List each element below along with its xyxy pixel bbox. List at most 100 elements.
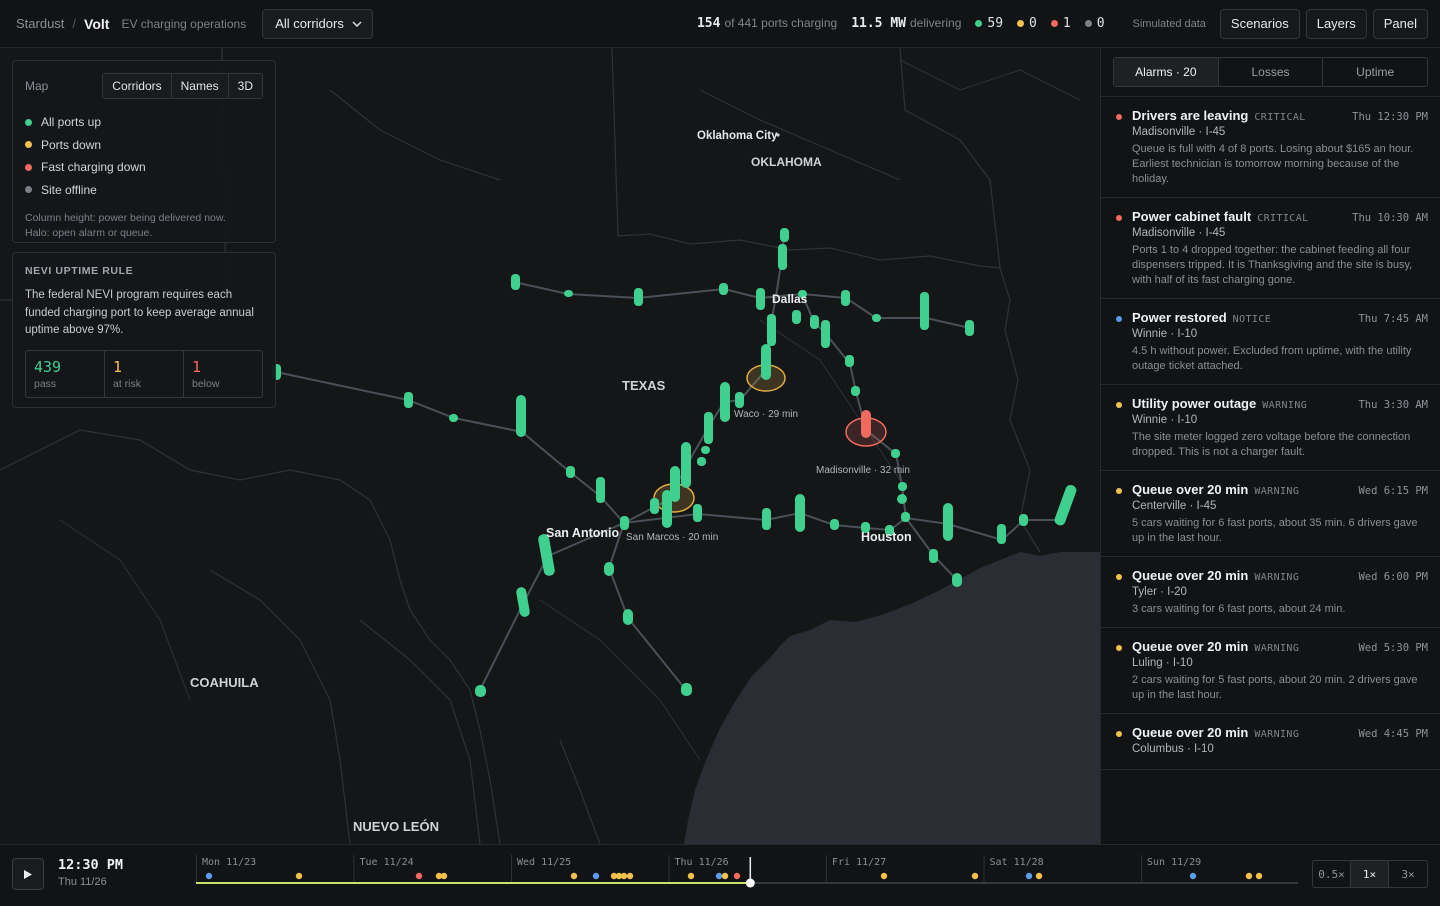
status-count-value: 1: [1062, 16, 1071, 31]
timeline-event-marker: [440, 872, 448, 880]
alarm-time: Thu 12:30 PM: [1352, 111, 1428, 123]
timeline-track[interactable]: Mon 11/23 Tue 11/24 Wed 11/25 Thu 11/26 Fri …: [196, 845, 1298, 901]
alarm-item[interactable]: Utility power outage WARNING Thu 3:30 AM Wi…: [1101, 385, 1440, 471]
toggle-names[interactable]: Names: [171, 74, 229, 98]
timeline-event-marker: [687, 872, 695, 880]
alarm-level: CRITICAL: [1257, 213, 1309, 224]
status-count-offline: 0: [1084, 16, 1105, 31]
speed-3x-button[interactable]: 3×: [1389, 861, 1427, 887]
map-view[interactable]: Oklahoma City OKLAHOMA TEXAS Dallas San …: [0, 48, 1100, 844]
station-column: [704, 412, 713, 444]
alarm-severity-dot-icon: [1116, 731, 1122, 737]
station-column: [872, 314, 881, 322]
timeline-event-marker: [1255, 872, 1263, 880]
alarm-title: Queue over 20 min: [1132, 482, 1249, 497]
alarm-title: Queue over 20 min: [1132, 639, 1249, 654]
timeline-event-marker: [626, 872, 634, 880]
station-column: [778, 244, 787, 270]
alarm-item[interactable]: Queue over 20 min WARNING Wed 5:30 PM Lulin…: [1101, 628, 1440, 714]
station-column: [662, 490, 672, 528]
alarm-time: Wed 6:15 PM: [1358, 485, 1428, 497]
alarm-level: WARNING: [1254, 486, 1300, 497]
nevi-stat-below[interactable]: 1 below: [184, 351, 262, 397]
status-dot-icon: [25, 118, 32, 126]
station-column: [943, 503, 953, 541]
toggle-corridors[interactable]: Corridors: [103, 74, 172, 98]
brand-breadcrumb[interactable]: Stardust: [16, 16, 64, 31]
station-column: [516, 395, 526, 437]
alarm-severity-dot-icon: [1116, 402, 1122, 408]
alarm-description: 4.5 h without power. Excluded from uptim…: [1132, 345, 1412, 372]
alarm-level: WARNING: [1254, 729, 1300, 740]
layers-button[interactable]: Layers: [1305, 8, 1367, 39]
alarm-time: Thu 3:30 AM: [1358, 399, 1428, 411]
alarm-item[interactable]: Power restored NOTICE Thu 7:45 AM Winnie · …: [1101, 299, 1440, 385]
speed-1x-button[interactable]: 1×: [1351, 861, 1389, 887]
day-label: Thu 11/26: [675, 857, 729, 868]
map-label-nuevo-leon: NUEVO LEÓN: [353, 819, 439, 834]
tab-losses[interactable]: Losses: [1219, 58, 1324, 86]
alarm-item[interactable]: Queue over 20 min WARNING Wed 6:00 PM Tyler…: [1101, 557, 1440, 628]
station-column: [604, 562, 614, 576]
alarm-title: Queue over 20 min: [1132, 725, 1249, 740]
legend-note-halo: Halo: open alarm or queue.: [25, 227, 153, 239]
alarm-item[interactable]: Queue over 20 min WARNING Wed 4:45 PM Colum…: [1101, 714, 1440, 770]
corridor-select[interactable]: All corridors: [262, 8, 373, 39]
station-column: [620, 516, 629, 530]
panel-tabs: Alarms · 20 Losses Uptime: [1113, 57, 1428, 87]
alarm-description: Queue is full with 4 of 8 ports. Losing …: [1132, 143, 1414, 185]
legend-item-label: Fast charging down: [41, 160, 146, 175]
map-label-houston: Houston: [861, 530, 912, 544]
breadcrumb-separator: /: [72, 16, 77, 31]
station-column: [762, 508, 771, 530]
alarm-item[interactable]: Power cabinet fault CRITICAL Thu 10:30 AM M…: [1101, 198, 1440, 299]
station-column: [891, 449, 900, 458]
power-value: 11.5 MW: [851, 16, 906, 31]
alarm-location: Winnie · I-10: [1132, 328, 1198, 340]
play-button[interactable]: [12, 858, 44, 890]
nevi-stat-at-risk[interactable]: 1 at risk: [105, 350, 184, 397]
map-label-okc: Oklahoma City: [697, 130, 778, 142]
day-label: Sun 11/29: [1147, 857, 1201, 868]
nevi-stat-pass[interactable]: 439 pass: [26, 350, 105, 397]
station-column: [449, 414, 458, 422]
corridor-select-value: All corridors: [275, 16, 344, 31]
legend-item-fast-down: Fast charging down: [25, 156, 263, 179]
alarm-item[interactable]: Drivers are leaving CRITICAL Thu 12:30 PM M…: [1101, 97, 1440, 198]
border-line: [559, 739, 601, 844]
tab-alarms[interactable]: Alarms · 20: [1114, 58, 1219, 86]
speed-0-5x-button[interactable]: 0.5×: [1313, 861, 1351, 887]
alarm-time: Wed 4:45 PM: [1358, 728, 1428, 740]
tab-uptime[interactable]: Uptime: [1323, 58, 1427, 86]
station-column: [735, 392, 744, 408]
timeline-event-marker: [971, 872, 979, 880]
legend-title: Map: [25, 79, 49, 93]
scenarios-button[interactable]: Scenarios: [1219, 8, 1300, 39]
status-dot-icon: [25, 186, 32, 194]
toggle-3d[interactable]: 3D: [228, 74, 262, 98]
alarm-item[interactable]: Queue over 20 min WARNING Wed 6:15 PM Cente…: [1101, 471, 1440, 557]
play-icon: [24, 869, 32, 879]
status-dot-icon: [1050, 20, 1058, 27]
timeline-event-marker: [592, 872, 600, 880]
timeline-event-marker: [1245, 872, 1253, 880]
timeline-event-marker: [1035, 872, 1043, 880]
station-column: [901, 512, 910, 522]
station-column: [952, 573, 962, 587]
playback-speed-control: 0.5× 1× 3×: [1312, 860, 1428, 888]
alarm-title: Power restored: [1132, 310, 1227, 325]
alarm-location: Centerville · I-45: [1132, 500, 1217, 512]
status-count-value: 59: [987, 16, 1004, 31]
station-column: [780, 228, 789, 242]
city-marker-icon: [776, 133, 780, 137]
station-column: [701, 446, 710, 454]
timeline-scrubber[interactable]: Mon 11/23 Tue 11/24 Wed 11/25 Thu 11/26 Fri …: [196, 845, 1298, 901]
station-column: [475, 685, 486, 697]
river-line: [59, 519, 191, 701]
station-column: [830, 519, 839, 530]
river-line: [539, 599, 701, 761]
panel-button[interactable]: Panel: [1372, 8, 1428, 39]
border-line: [329, 89, 501, 181]
alarm-location: Madisonville · I-45: [1132, 227, 1226, 239]
status-dot-icon: [1084, 20, 1092, 27]
